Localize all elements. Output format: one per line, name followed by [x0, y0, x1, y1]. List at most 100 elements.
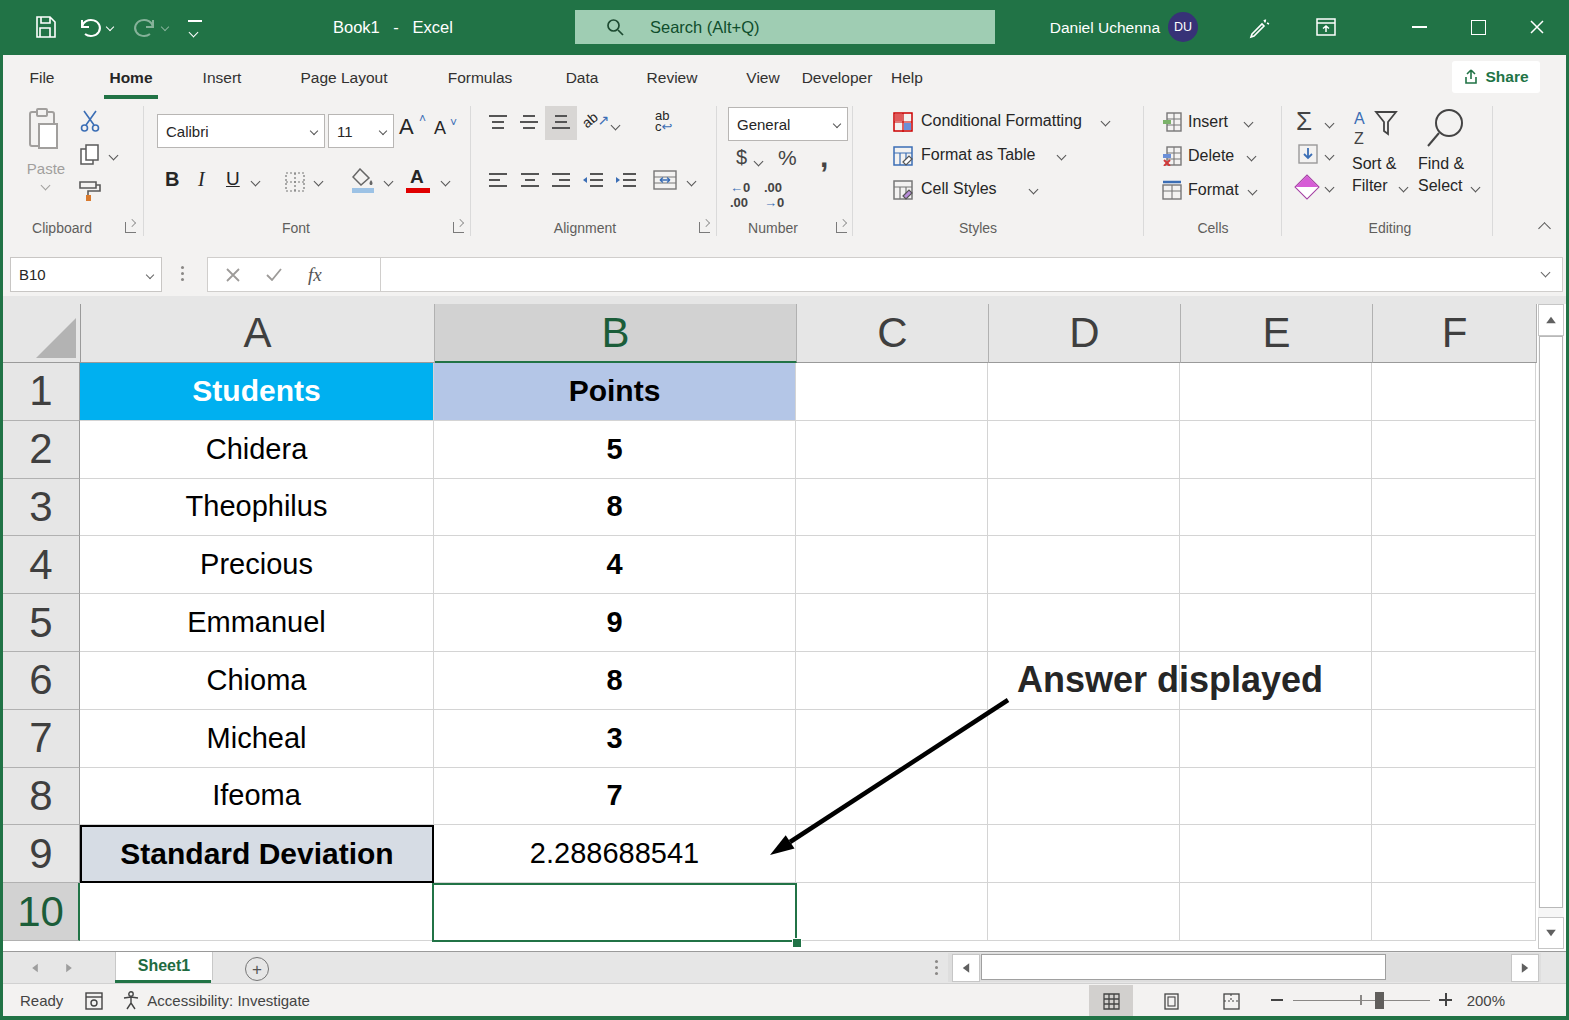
- undo-dropdown-icon[interactable]: [106, 23, 114, 31]
- format-as-table-dropdown-icon[interactable]: [1057, 151, 1067, 161]
- selection-fill-handle[interactable]: [792, 938, 802, 948]
- cell-a3[interactable]: Theophilus: [80, 479, 434, 537]
- font-color-dropdown-icon[interactable]: [441, 177, 451, 187]
- tab-view[interactable]: View: [746, 55, 779, 100]
- maximize-button[interactable]: [1471, 20, 1486, 35]
- user-name[interactable]: Daniel Uchenna: [1050, 0, 1160, 55]
- zoom-in-button[interactable]: [1439, 993, 1452, 1006]
- status-accessibility[interactable]: Accessibility: Investigate: [147, 992, 310, 1009]
- zoom-level[interactable]: 200%: [1461, 984, 1505, 1017]
- cell[interactable]: [1372, 594, 1536, 652]
- cell-a10[interactable]: [80, 883, 434, 941]
- cell[interactable]: [1180, 536, 1372, 594]
- minimize-button[interactable]: [1412, 26, 1427, 28]
- whats-new-icon[interactable]: [1246, 16, 1270, 40]
- currency-dropdown-icon[interactable]: [754, 157, 764, 167]
- tab-review[interactable]: Review: [647, 55, 698, 100]
- insert-cells-label[interactable]: Insert: [1188, 113, 1228, 131]
- cell[interactable]: [796, 479, 988, 537]
- cell-a6[interactable]: Chioma: [80, 652, 434, 710]
- orientation-dropdown-icon[interactable]: [611, 121, 621, 131]
- decrease-font-icon[interactable]: A˅: [434, 118, 446, 139]
- col-header-f[interactable]: F: [1373, 304, 1537, 363]
- quick-access-toolbar-icon[interactable]: [188, 20, 202, 40]
- cell[interactable]: [1372, 421, 1536, 479]
- vertical-scrollbar[interactable]: [1538, 304, 1564, 948]
- horizontal-scroll-thumb[interactable]: [981, 954, 1386, 980]
- cell-b6[interactable]: 8: [434, 652, 796, 710]
- tab-formulas[interactable]: Formulas: [448, 55, 513, 100]
- row-header-3[interactable]: 3: [3, 479, 80, 537]
- cell[interactable]: [796, 768, 988, 826]
- tab-sheet1[interactable]: Sheet1: [115, 952, 213, 980]
- row-header-9[interactable]: 9: [3, 825, 80, 883]
- find-select-label-2[interactable]: Select: [1418, 177, 1462, 195]
- conditional-formatting-icon[interactable]: [893, 112, 913, 132]
- row-header-10[interactable]: 10: [3, 883, 80, 941]
- decrease-decimal-icon[interactable]: .00→0: [764, 180, 784, 210]
- cell[interactable]: [796, 710, 988, 768]
- sort-filter-dropdown-icon[interactable]: [1399, 183, 1409, 193]
- cell-a1[interactable]: Students: [80, 363, 434, 421]
- formula-input[interactable]: [380, 257, 1563, 292]
- cell[interactable]: [796, 883, 988, 941]
- row-header-1[interactable]: 1: [3, 363, 80, 421]
- cell-b9[interactable]: 2.288688541: [434, 825, 796, 883]
- italic-button[interactable]: I: [198, 168, 205, 191]
- cell[interactable]: [988, 536, 1180, 594]
- paste-icon[interactable]: [27, 108, 61, 152]
- next-sheet-icon[interactable]: [66, 964, 72, 972]
- cell-a5[interactable]: Emmanuel: [80, 594, 434, 652]
- fill-icon[interactable]: [1298, 144, 1318, 164]
- tabbar-resize-handle[interactable]: [935, 966, 938, 969]
- scroll-left-icon[interactable]: [952, 954, 980, 982]
- avatar[interactable]: DU: [1168, 12, 1198, 42]
- vertical-scroll-thumb[interactable]: [1539, 336, 1563, 908]
- cell-a9[interactable]: Standard Deviation: [80, 825, 434, 883]
- row-header-2[interactable]: 2: [3, 421, 80, 479]
- cell-b1[interactable]: Points: [434, 363, 796, 421]
- format-dropdown-icon[interactable]: [1248, 186, 1258, 196]
- undo-icon[interactable]: [78, 16, 102, 38]
- accessibility-icon[interactable]: [123, 991, 139, 1010]
- cell[interactable]: [1372, 825, 1536, 883]
- save-icon[interactable]: [34, 16, 56, 38]
- macro-record-icon[interactable]: [85, 992, 103, 1010]
- format-cells-label[interactable]: Format: [1188, 181, 1239, 199]
- view-page-break-button[interactable]: [1209, 985, 1253, 1017]
- underline-button[interactable]: U: [226, 168, 240, 190]
- cell-styles-icon[interactable]: [893, 180, 913, 200]
- add-sheet-button[interactable]: +: [245, 957, 269, 981]
- cell-b8[interactable]: 7: [434, 768, 796, 826]
- cell-styles-label[interactable]: Cell Styles: [921, 180, 997, 198]
- cell-b3[interactable]: 8: [434, 479, 796, 537]
- paste-label[interactable]: Paste: [16, 160, 76, 177]
- cell-b7[interactable]: 3: [434, 710, 796, 768]
- cell-a2[interactable]: Chidera: [80, 421, 434, 479]
- conditional-formatting-label[interactable]: Conditional Formatting: [921, 112, 1082, 130]
- align-left-icon[interactable]: [488, 172, 508, 190]
- cell[interactable]: [1180, 825, 1372, 883]
- row-header-6[interactable]: 6: [3, 652, 80, 710]
- clear-dropdown-icon[interactable]: [1325, 183, 1335, 193]
- clipboard-dialog-launcher-icon[interactable]: [125, 222, 136, 233]
- alignment-dialog-launcher-icon[interactable]: [699, 222, 710, 233]
- horizontal-scrollbar[interactable]: [948, 953, 1541, 982]
- autosum-dropdown-icon[interactable]: [1325, 119, 1335, 129]
- redo-dropdown-icon[interactable]: [161, 23, 169, 31]
- fill-dropdown-icon[interactable]: [1325, 151, 1335, 161]
- merge-center-dropdown-icon[interactable]: [687, 177, 697, 187]
- copy-icon[interactable]: [80, 144, 100, 166]
- col-header-c[interactable]: C: [797, 304, 989, 363]
- view-page-layout-button[interactable]: [1149, 985, 1193, 1017]
- tab-data[interactable]: Data: [566, 55, 599, 100]
- increase-indent-icon[interactable]: [615, 172, 637, 190]
- percent-format-icon[interactable]: %: [778, 146, 797, 170]
- zoom-out-button[interactable]: [1271, 999, 1283, 1001]
- insert-dropdown-icon[interactable]: [1244, 118, 1254, 128]
- cell[interactable]: [988, 883, 1180, 941]
- merge-center-icon[interactable]: [653, 170, 677, 190]
- delete-cells-label[interactable]: Delete: [1188, 147, 1234, 165]
- font-family-select[interactable]: Calibri: [157, 114, 325, 148]
- align-center-icon[interactable]: [520, 172, 540, 190]
